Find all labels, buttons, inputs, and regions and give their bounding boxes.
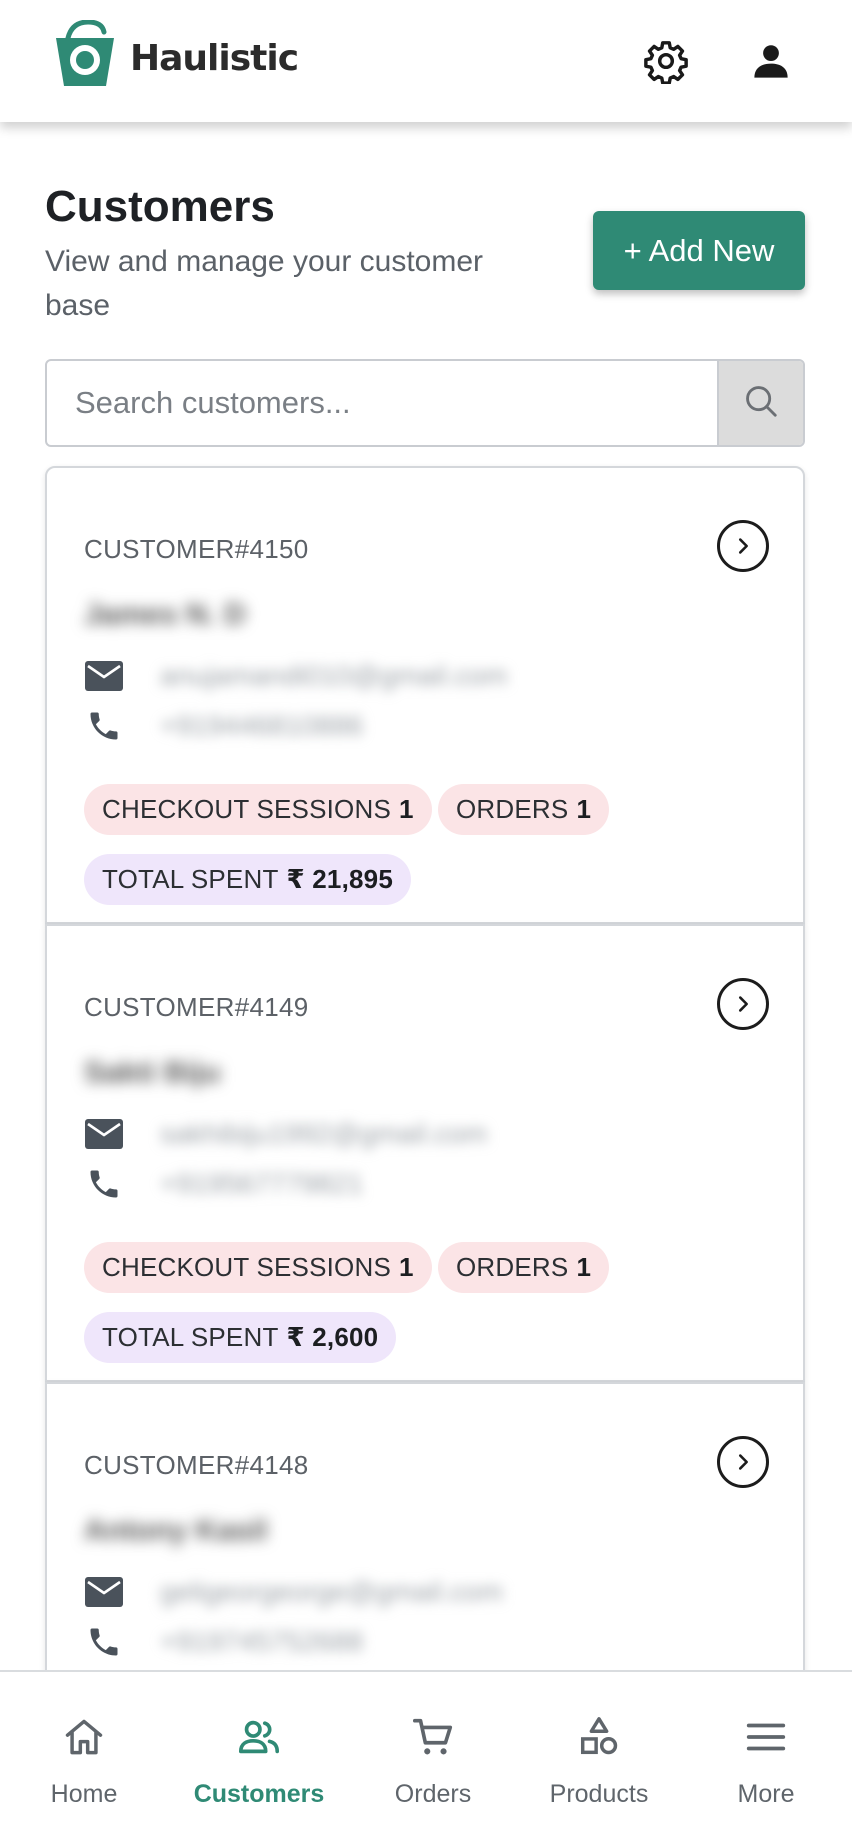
email-row: sakhibiju1992@gmail.com <box>84 1112 487 1156</box>
search-button[interactable] <box>717 361 803 445</box>
search-input[interactable] <box>47 361 719 445</box>
customer-email: anujamandi010@gmail.com <box>160 660 508 691</box>
customer-email: sakhibiju1992@gmail.com <box>160 1118 488 1149</box>
chevron-right-icon[interactable] <box>717 1436 769 1488</box>
nav-home[interactable]: Home <box>34 1672 134 1846</box>
nav-products[interactable]: Products <box>539 1672 659 1846</box>
mail-icon <box>84 1572 124 1612</box>
customer-card[interactable]: CUSTOMER#4150 James N. D anujamandi010@g… <box>45 466 805 924</box>
customer-name: James N. D <box>84 598 246 631</box>
badge-label: TOTAL SPENT <box>102 1322 279 1352</box>
menu-icon <box>741 1712 791 1762</box>
customer-email: geligeorgeorge@gmail.com <box>160 1576 503 1607</box>
page-subtitle: View and manage your customer base <box>45 245 484 322</box>
nav-label: Products <box>549 1780 649 1808</box>
nav-label: Customers <box>193 1780 325 1808</box>
customer-id: CUSTOMER#4149 <box>84 992 309 1022</box>
page-title: Customers <box>45 182 275 231</box>
gear-icon[interactable] <box>641 36 691 86</box>
customer-name: Sakti Biju <box>84 1056 221 1089</box>
customer-phone: +919446810886 <box>160 710 364 741</box>
total-spent-badge: TOTAL SPENT ₹ 2,600 <box>84 1312 397 1363</box>
customer-id: CUSTOMER#4148 <box>84 1450 309 1480</box>
badge-label: CHECKOUT SESSIONS <box>102 794 391 824</box>
badge-value: 1 <box>398 1252 414 1282</box>
badge-value: 1 <box>576 794 592 824</box>
cart-icon <box>408 1712 458 1762</box>
mail-icon <box>84 1114 124 1154</box>
user-icon[interactable] <box>746 36 796 86</box>
add-new-button[interactable]: + Add New <box>593 211 805 290</box>
phone-icon <box>84 706 124 746</box>
badge-value: 1 <box>576 1252 592 1282</box>
customer-id: CUSTOMER#4150 <box>84 534 309 564</box>
home-icon <box>59 1712 109 1762</box>
customer-phone: +919745752688 <box>160 1626 364 1657</box>
search-bar <box>45 359 805 447</box>
chevron-right-icon[interactable] <box>717 520 769 572</box>
nav-orders[interactable]: Orders <box>383 1672 483 1846</box>
total-spent-badge: TOTAL SPENT ₹ 21,895 <box>84 854 411 905</box>
nav-customers[interactable]: Customers <box>189 1672 329 1846</box>
checkout-sessions-badge: CHECKOUT SESSIONS 1 <box>84 784 432 835</box>
app-header: Haulistic <box>0 0 852 122</box>
nav-more[interactable]: More <box>716 1672 816 1846</box>
customer-card[interactable]: CUSTOMER#4149 Sakti Biju sakhibiju1992@g… <box>45 924 805 1382</box>
nav-label: Home <box>50 1780 118 1808</box>
phone-icon <box>84 1164 124 1204</box>
badge-label: ORDERS <box>456 1252 569 1282</box>
badge-label: TOTAL SPENT <box>102 864 279 894</box>
phone-row: +919745752688 <box>84 1620 363 1664</box>
shapes-icon <box>574 1712 624 1762</box>
chevron-right-icon[interactable] <box>717 978 769 1030</box>
users-icon <box>234 1712 284 1762</box>
nav-label: Orders <box>394 1780 472 1808</box>
checkout-sessions-badge: CHECKOUT SESSIONS 1 <box>84 1242 432 1293</box>
orders-badge: ORDERS 1 <box>438 784 610 835</box>
badge-value: 1 <box>398 794 414 824</box>
badge-label: CHECKOUT SESSIONS <box>102 1252 391 1282</box>
phone-icon <box>84 1622 124 1662</box>
customer-list: CUSTOMER#4150 James N. D anujamandi010@g… <box>45 466 805 1840</box>
email-row: anujamandi010@gmail.com <box>84 654 508 698</box>
haulistic-logo-icon[interactable] <box>50 19 120 90</box>
brand-name: Haulistic <box>130 38 299 79</box>
search-icon <box>742 382 780 425</box>
nav-label: More <box>737 1780 795 1808</box>
orders-badge: ORDERS 1 <box>438 1242 610 1293</box>
customer-name: Antony Kasil <box>84 1514 268 1547</box>
customer-phone: +919567779821 <box>160 1168 364 1199</box>
badge-value: ₹ 21,895 <box>286 864 393 894</box>
badge-label: ORDERS <box>456 794 569 824</box>
mail-icon <box>84 656 124 696</box>
bottom-navigation: Home Customers Orders Products More <box>0 1670 852 1846</box>
phone-row: +919567779821 <box>84 1162 363 1206</box>
email-row: geligeorgeorge@gmail.com <box>84 1570 503 1614</box>
phone-row: +919446810886 <box>84 704 363 748</box>
badge-value: ₹ 2,600 <box>286 1322 379 1352</box>
